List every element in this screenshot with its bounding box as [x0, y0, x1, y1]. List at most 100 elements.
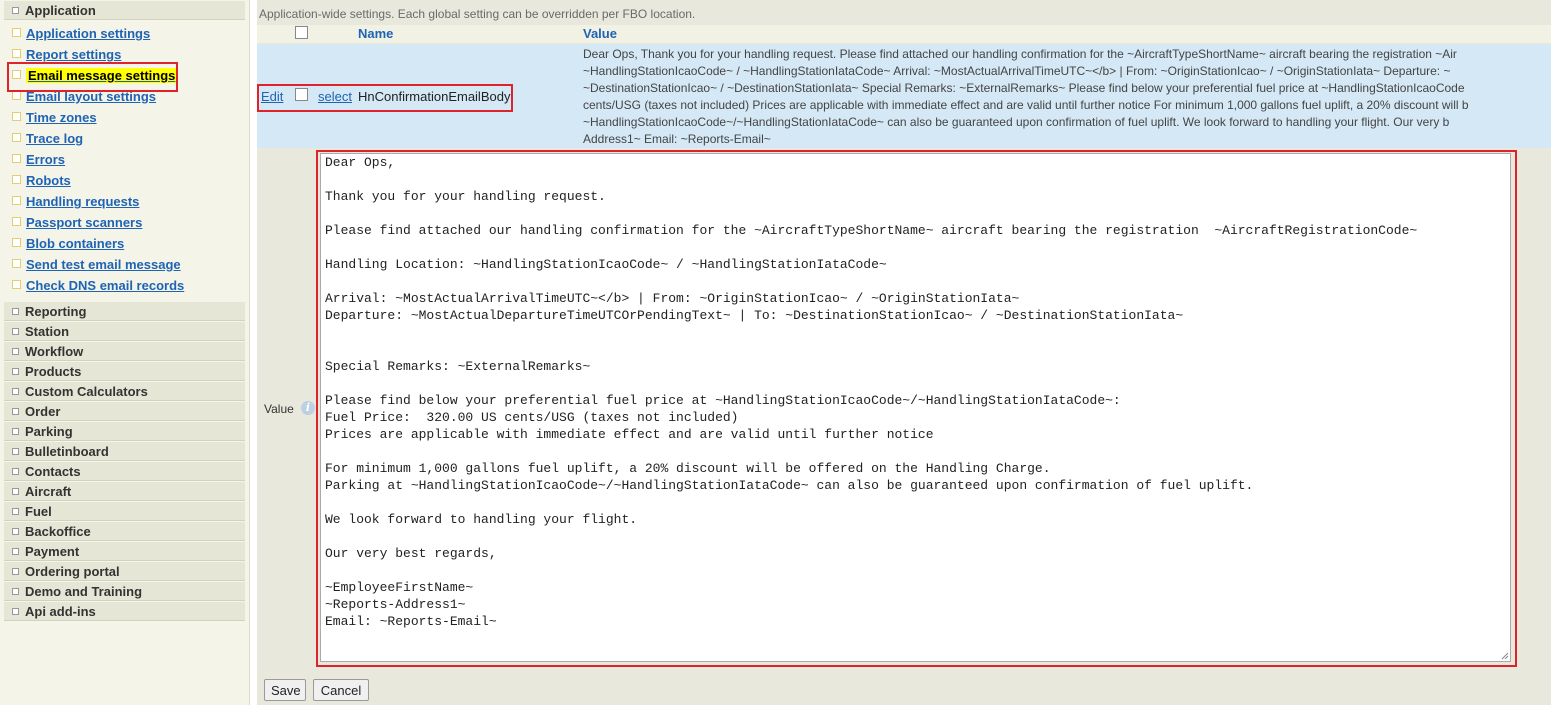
- sidebar-section[interactable]: Contacts: [4, 462, 245, 481]
- sidebar-item-label: Time zones: [26, 110, 97, 125]
- sidebar-item-label: Passport scanners: [26, 215, 143, 230]
- sidebar-item[interactable]: Check DNS email records: [12, 276, 184, 295]
- sidebar-section[interactable]: Products: [4, 362, 245, 381]
- editor-line: Please find attached our handling confir…: [325, 223, 1418, 238]
- sidebar-section[interactable]: Fuel: [4, 502, 245, 521]
- editor-line: ~EmployeeFirstName~: [325, 580, 474, 595]
- editor-line: Please find below your preferential fuel…: [325, 393, 1121, 408]
- bullet-icon: [12, 133, 21, 142]
- sidebar-section[interactable]: Aircraft: [4, 482, 245, 501]
- sidebar-item-label: Check DNS email records: [26, 278, 185, 293]
- sidebar-section[interactable]: Parking: [4, 422, 245, 441]
- expand-toggle-icon[interactable]: [12, 388, 19, 395]
- sidebar-section[interactable]: Demo and Training: [4, 582, 245, 601]
- sidebar-item[interactable]: Trace log: [12, 129, 83, 148]
- expand-toggle-icon[interactable]: [12, 308, 19, 315]
- expand-toggle-icon[interactable]: [12, 588, 19, 595]
- sidebar-item-label: Blob containers: [26, 236, 125, 251]
- sidebar-item[interactable]: Errors: [12, 150, 65, 169]
- column-header-name[interactable]: Name: [358, 26, 393, 41]
- expand-toggle-icon[interactable]: [12, 548, 19, 555]
- section-application[interactable]: Application: [4, 1, 245, 20]
- expand-toggle-icon[interactable]: [12, 448, 19, 455]
- expand-toggle-icon[interactable]: [12, 408, 19, 415]
- bullet-icon: [12, 28, 21, 37]
- expand-toggle-icon[interactable]: [12, 608, 19, 615]
- expand-toggle-icon[interactable]: [12, 348, 19, 355]
- sidebar-section[interactable]: Station: [4, 322, 245, 341]
- sidebar-item-label: Application settings: [26, 26, 151, 41]
- section-label: Station: [25, 324, 70, 339]
- save-button[interactable]: Save: [264, 679, 306, 701]
- bullet-icon: [12, 112, 21, 121]
- value-label: Value: [264, 402, 294, 416]
- sidebar-item[interactable]: Blob containers: [12, 234, 124, 253]
- expand-toggle-icon[interactable]: [12, 328, 19, 335]
- expand-toggle-icon[interactable]: [12, 468, 19, 475]
- editor-line: For minimum 1,000 gallons fuel uplift, a…: [325, 461, 1051, 476]
- section-label: Parking: [25, 424, 73, 439]
- bullet-icon: [12, 91, 21, 100]
- select-all-checkbox[interactable]: [295, 26, 308, 39]
- bullet-icon: [12, 175, 21, 184]
- expand-toggle-icon[interactable]: [12, 568, 19, 575]
- sidebar-section[interactable]: Order: [4, 402, 245, 421]
- section-label: Ordering portal: [25, 564, 120, 579]
- sidebar-item[interactable]: Passport scanners: [12, 213, 142, 232]
- value-textarea[interactable]: Dear Ops, Thank you for your handling req…: [320, 153, 1511, 662]
- section-label: Products: [25, 364, 82, 379]
- expand-toggle-icon[interactable]: [12, 508, 19, 515]
- expand-toggle-icon[interactable]: [12, 488, 19, 495]
- preview-line: ~HandlingStationIcaoCode~ / ~HandlingSta…: [583, 64, 1451, 78]
- preview-line: Address1~ Email: ~Reports-Email~: [583, 132, 771, 146]
- bullet-icon: [12, 49, 21, 58]
- section-label: Backoffice: [25, 524, 91, 539]
- section-label: Reporting: [25, 304, 87, 319]
- sidebar-item[interactable]: Send test email message: [12, 255, 181, 274]
- sidebar-item[interactable]: Application settings: [12, 24, 150, 43]
- sidebar-section[interactable]: Payment: [4, 542, 245, 561]
- sidebar-section[interactable]: Ordering portal: [4, 562, 245, 581]
- editor-line: Dear Ops,: [325, 155, 396, 170]
- editor-line: Prices are applicable with immediate eff…: [325, 427, 934, 442]
- sidebar-item-label: Send test email message: [26, 257, 181, 272]
- expand-toggle-icon[interactable]: [12, 368, 19, 375]
- section-label: Payment: [25, 544, 80, 559]
- sidebar-section[interactable]: Api add-ins: [4, 602, 245, 621]
- bullet-icon: [12, 280, 21, 289]
- sidebar-item[interactable]: Time zones: [12, 108, 97, 127]
- bullet-icon: [12, 238, 21, 247]
- sidebar-section[interactable]: Reporting: [4, 302, 245, 321]
- preview-line: ~DestinationStationIcao~ / ~DestinationS…: [583, 81, 1465, 95]
- editor-line: Fuel Price: 320.00 US cents/USG (taxes n…: [325, 410, 739, 425]
- info-icon[interactable]: i: [301, 401, 315, 415]
- sidebar-item[interactable]: Handling requests: [12, 192, 139, 211]
- column-header-value[interactable]: Value: [583, 26, 617, 41]
- editor-line: Handling Location: ~HandlingStationIcaoC…: [325, 257, 887, 272]
- value-text[interactable]: Dear Ops, Thank you for your handling req…: [325, 154, 1417, 630]
- editor-line: Arrival: ~MostActualArrivalTimeUTC~</b> …: [325, 291, 1020, 306]
- preview-line: cents/USG (taxes not included) Prices ar…: [583, 98, 1469, 112]
- collapse-toggle-icon[interactable]: [12, 7, 19, 14]
- expand-toggle-icon[interactable]: [12, 428, 19, 435]
- sidebar-item-label: Trace log: [26, 131, 84, 146]
- expand-toggle-icon[interactable]: [12, 528, 19, 535]
- sidebar-section[interactable]: Workflow: [4, 342, 245, 361]
- resize-handle-icon[interactable]: [1500, 651, 1509, 660]
- sidebar-item[interactable]: Robots: [12, 171, 71, 190]
- sidebar-section[interactable]: Backoffice: [4, 522, 245, 541]
- sidebar-section[interactable]: Custom Calculators: [4, 382, 245, 401]
- cancel-button[interactable]: Cancel: [313, 679, 369, 701]
- preview-line: ~HandlingStationIcaoCode~/~HandlingStati…: [583, 115, 1450, 129]
- section-label: Contacts: [25, 464, 81, 479]
- editor-line: Our very best regards,: [325, 546, 497, 561]
- sidebar-section[interactable]: Bulletinboard: [4, 442, 245, 461]
- table-row: Edit select HnConfirmationEmailBody Dear…: [257, 44, 1551, 148]
- sidebar-item-label: Robots: [26, 173, 71, 188]
